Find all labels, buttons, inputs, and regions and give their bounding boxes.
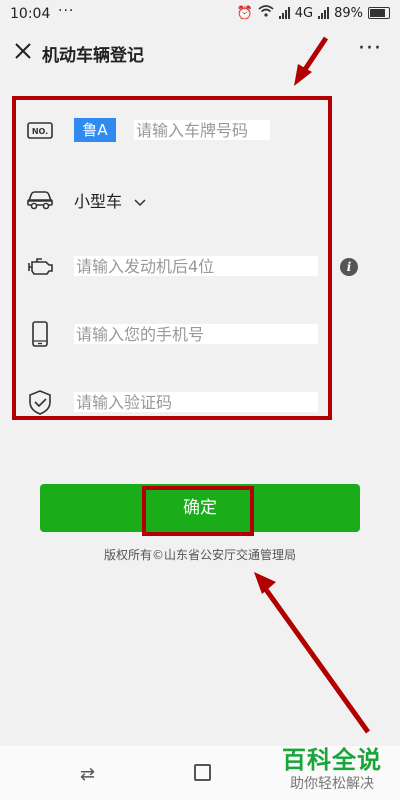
switch-arrows-icon[interactable]: ⇄ (80, 764, 95, 785)
home-square-icon[interactable] (194, 764, 211, 781)
annotation-arrows (254, 36, 371, 734)
watermark-logo: 百科全说 助你轻松解决 (272, 740, 392, 793)
watermark-title: 百科全说 (282, 746, 382, 774)
watermark-subtitle: 助你轻松解决 (290, 776, 374, 792)
